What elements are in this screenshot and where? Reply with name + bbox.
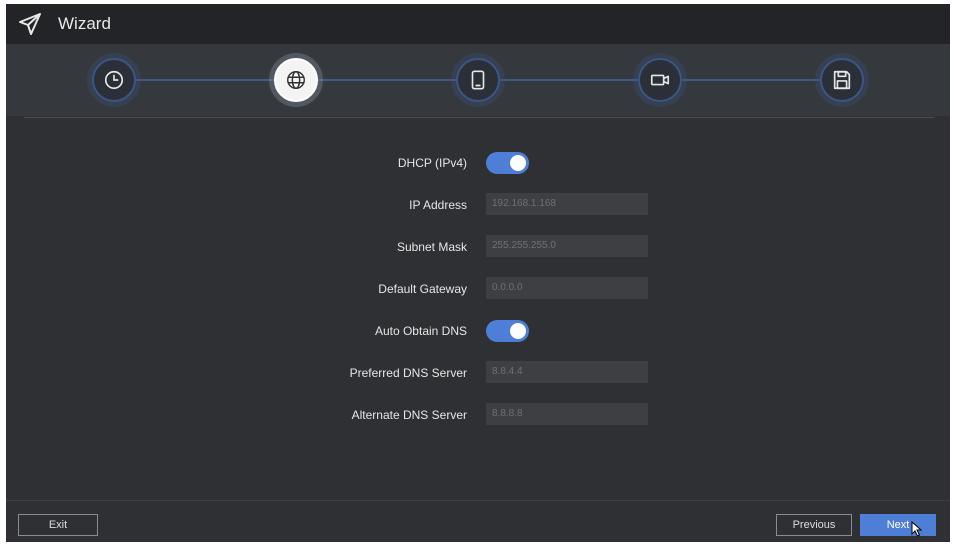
dhcp-label: DHCP (IPv4) <box>397 156 467 170</box>
save-icon <box>833 70 851 90</box>
toggle-knob <box>510 155 526 171</box>
next-button[interactable]: Next <box>860 514 936 536</box>
preferred-dns-field[interactable]: 8.8.4.4 <box>486 361 648 383</box>
step-camera[interactable] <box>638 58 682 102</box>
wizard-window: Wizard DHCP (IPv4) IP Address 192.168.1.… <box>6 4 950 542</box>
auto-dns-toggle[interactable] <box>486 320 529 342</box>
title-bar: Wizard <box>6 4 950 44</box>
previous-button[interactable]: Previous <box>776 514 852 536</box>
paper-plane-icon <box>19 13 41 35</box>
step-time[interactable] <box>92 58 136 102</box>
default-gateway-field[interactable]: 0.0.0.0 <box>486 277 648 299</box>
globe-icon <box>287 71 305 89</box>
footer-divider <box>6 500 950 501</box>
alternate-dns-label: Alternate DNS Server <box>351 408 467 422</box>
step-network[interactable] <box>274 58 318 102</box>
preferred-dns-label: Preferred DNS Server <box>349 366 467 380</box>
step-connector <box>500 79 638 81</box>
dhcp-toggle[interactable] <box>486 152 529 174</box>
step-mobile[interactable] <box>456 58 500 102</box>
mouse-cursor-icon <box>911 521 923 537</box>
subnet-mask-label: Subnet Mask <box>396 240 467 254</box>
step-connector <box>682 79 820 81</box>
subnet-mask-field[interactable]: 255.255.255.0 <box>486 235 648 257</box>
clock-icon <box>104 70 124 90</box>
camera-icon <box>650 74 670 86</box>
step-storage[interactable] <box>820 58 864 102</box>
header-divider <box>24 117 934 118</box>
window-title: Wizard <box>58 14 111 33</box>
default-gateway-label: Default Gateway <box>378 282 467 296</box>
exit-button[interactable]: Exit <box>18 514 98 536</box>
toggle-knob <box>510 323 526 339</box>
step-connector <box>318 79 456 81</box>
ip-address-label: IP Address <box>409 198 467 212</box>
alternate-dns-field[interactable]: 8.8.8.8 <box>486 403 648 425</box>
mobile-icon <box>471 70 485 90</box>
ip-address-field[interactable]: 192.168.1.168 <box>486 193 648 215</box>
auto-dns-label: Auto Obtain DNS <box>374 324 467 338</box>
step-connector <box>136 79 274 81</box>
